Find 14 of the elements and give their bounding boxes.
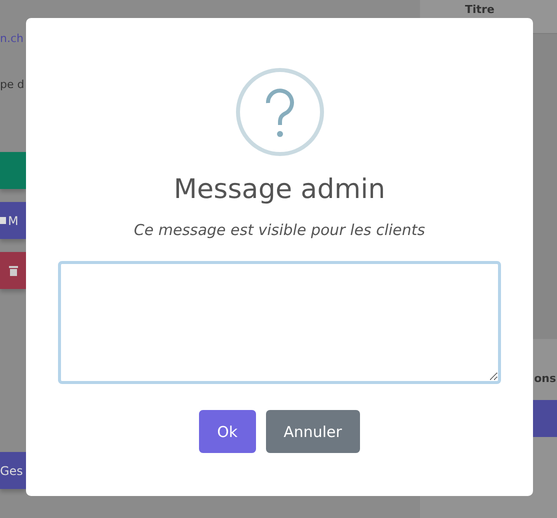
dialog-title: Message admin (174, 174, 386, 205)
question-icon (236, 68, 324, 156)
ok-button[interactable]: Ok (199, 410, 256, 453)
square-icon (0, 217, 6, 224)
cancel-button[interactable]: Annuler (266, 410, 360, 453)
dialog-subtitle: Ce message est visible pour les clients (134, 221, 426, 239)
message-field[interactable] (58, 261, 501, 384)
action-button[interactable]: Ges (0, 452, 26, 489)
trash-icon (9, 266, 18, 276)
action-button[interactable] (0, 252, 26, 289)
description-text: pe d (0, 78, 26, 93)
column-header[interactable]: Titre (465, 3, 494, 16)
action-button[interactable]: M (0, 202, 26, 239)
section-title: ons (534, 372, 556, 385)
